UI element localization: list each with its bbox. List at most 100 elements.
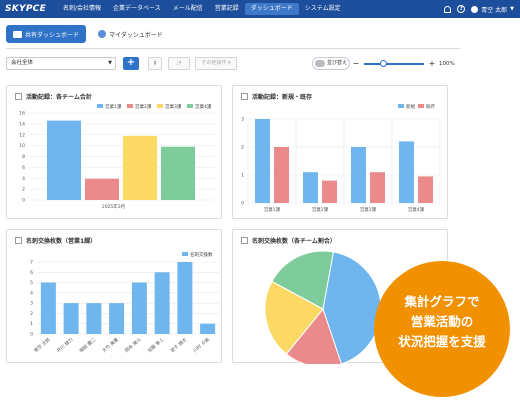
- zoom-out-button[interactable]: −: [352, 59, 360, 68]
- nav-item-sales-record[interactable]: 営業記録: [209, 3, 245, 15]
- x-tick-label: 大竹 美重: [101, 336, 121, 354]
- bar-新規: [255, 119, 270, 203]
- legend-swatch: [418, 104, 424, 108]
- header-actions: ? 青空 太郎 ▼: [444, 0, 514, 18]
- sort-toggle[interactable]: 並び替え: [312, 57, 350, 70]
- y-tick-label: 0: [241, 201, 244, 207]
- y-tick-label: 14: [19, 121, 25, 127]
- zoom-value: 100%: [439, 60, 455, 67]
- legend-label: 名刺交換数: [190, 251, 213, 258]
- legend-swatch: [187, 104, 193, 108]
- y-tick-label: 3: [241, 117, 244, 123]
- bar-営業1課: [47, 120, 81, 200]
- other-ops-button[interactable]: その他操作 ▾: [195, 57, 237, 70]
- bell-icon[interactable]: [444, 5, 452, 13]
- toggle-knob: [315, 60, 325, 67]
- top-navigation-bar: SKYPCE 名刺/会社情報 企業データベース メール配信 営業記録 ダッシュボ…: [0, 0, 520, 18]
- legend-label: 営業2課: [135, 103, 152, 110]
- nav-item-card-company[interactable]: 名刺/会社情報: [57, 3, 107, 15]
- download-button[interactable]: ⤓▾: [168, 57, 190, 70]
- zoom-in-button[interactable]: +: [428, 59, 436, 68]
- chart-card-exchange: 0 1 2 3 4 5 6 7 名刺交換数青空 太郎 井川 健力 細田 慶二 大竹 美重 岡本 陽斗 加藤…: [30, 251, 219, 354]
- y-tick-label: 6: [22, 165, 25, 171]
- delete-button[interactable]: ▮: [148, 57, 162, 70]
- bar-既存: [322, 180, 337, 203]
- help-icon[interactable]: ?: [457, 5, 466, 13]
- dashboard-tabs: 共有ダッシュボード マイダッシュボード: [6, 24, 169, 44]
- nav-item-dashboard[interactable]: ダッシュボード: [244, 3, 299, 15]
- legend-label: 営業1課: [105, 103, 122, 110]
- divider: [6, 48, 460, 49]
- card-card-exchange-sales1: 名刺交換枚数（営業1課） 0 1 2 3 4 5 6 7 名刺交換数 青空 太郎 井川 健力 細田 慶…: [6, 229, 222, 363]
- y-tick-label: 1: [241, 173, 244, 179]
- scope-select[interactable]: 会社全体 ▼: [6, 57, 116, 70]
- toolbar: 会社全体 ▼ + ▮ ⤓▾ その他操作 ▾ 並び替え − + 100%: [6, 57, 466, 71]
- add-button[interactable]: +: [123, 57, 139, 70]
- bar-営業2課: [85, 178, 119, 200]
- y-tick-label: 7: [30, 260, 33, 266]
- x-tick-label: 青空 太郎: [32, 336, 52, 354]
- y-tick-label: 4: [22, 176, 25, 182]
- card-activity-team-total: 活動記録：各チーム合計 0 2 4 6 8 10 12 14 16 営業1課 営業2課 営業3課 営業4…: [6, 85, 222, 219]
- bar-波子 健太: [177, 262, 193, 334]
- nav-item-company-database[interactable]: 企業データベース: [107, 3, 167, 15]
- tab-shared-dashboard[interactable]: 共有ダッシュボード: [6, 25, 87, 43]
- promo-line-2: 営業活動の: [410, 314, 474, 329]
- y-tick-label: 2: [30, 311, 33, 317]
- sort-toggle-label: 並び替え: [327, 60, 348, 66]
- bar-新規: [303, 172, 318, 203]
- x-tick-label: 加藤 隼人: [146, 336, 166, 354]
- legend-swatch: [182, 252, 188, 256]
- legend-label: 新規: [406, 103, 415, 110]
- download-icon: ⤓▾: [176, 60, 182, 66]
- skypce-logo[interactable]: SKYPCE: [5, 4, 57, 14]
- promo-line-1: 集計グラフで: [404, 294, 480, 309]
- x-tick-label: 2025年3月: [102, 203, 125, 210]
- y-tick-label: 6: [30, 270, 33, 276]
- zoom-slider-thumb[interactable]: [380, 59, 388, 67]
- chart-new-existing: 0 1 2 3 新規 既存営業1課 営業2課 営業3課 営業4課: [241, 103, 441, 213]
- users-icon: [13, 30, 22, 38]
- y-tick-label: 4: [30, 290, 33, 296]
- bar-新規: [351, 147, 366, 203]
- bar-営業4課: [161, 146, 195, 200]
- legend-label: 既存: [426, 103, 435, 110]
- nav-item-system-settings[interactable]: システム設定: [299, 3, 347, 15]
- y-tick-label: 12: [19, 132, 25, 138]
- zoom-slider[interactable]: [364, 59, 424, 67]
- bar-井川 健力: [63, 303, 79, 334]
- tab-label: マイダッシュボード: [109, 31, 163, 39]
- chevron-down-icon: ▼: [108, 60, 112, 66]
- x-tick-label: 細田 慶二: [78, 336, 98, 354]
- x-tick-label: 営業3課: [360, 206, 377, 213]
- nav-item-mail-delivery[interactable]: メール配信: [167, 3, 209, 15]
- y-tick-label: 0: [30, 332, 33, 338]
- chevron-down-icon: ▾: [226, 60, 231, 66]
- y-tick-label: 0: [22, 198, 25, 204]
- y-tick-label: 8: [22, 154, 25, 160]
- bar-既存: [370, 172, 385, 203]
- x-tick-label: 営業4課: [408, 206, 425, 213]
- legend-label: 営業4課: [195, 103, 212, 110]
- user-menu[interactable]: 青空 太郎 ▼: [471, 5, 514, 14]
- y-tick-label: 16: [19, 111, 25, 117]
- tab-my-dashboard[interactable]: マイダッシュボード: [92, 25, 169, 43]
- legend-swatch: [127, 104, 133, 108]
- avatar: [471, 5, 479, 13]
- x-tick-label: 川村 夕実: [192, 336, 212, 354]
- y-tick-label: 3: [30, 301, 33, 307]
- scope-select-value: 会社全体: [11, 60, 34, 66]
- x-tick-label: 岡本 陽斗: [123, 336, 143, 354]
- legend-swatch: [97, 104, 103, 108]
- x-tick-label: 営業1課: [264, 206, 281, 213]
- bar-青空 太郎: [40, 282, 56, 334]
- app-window: SKYPCE 名刺/会社情報 企業データベース メール配信 営業記録 ダッシュボ…: [0, 0, 520, 400]
- trash-icon: ▮: [153, 60, 157, 66]
- user-name: 青空 太郎: [481, 6, 508, 14]
- bar-既存: [274, 147, 289, 203]
- y-tick-label: 10: [19, 143, 25, 149]
- bar-大竹 美重: [109, 303, 125, 334]
- legend-swatch: [398, 104, 404, 108]
- main-nav: 名刺/会社情報 企業データベース メール配信 営業記録 ダッシュボード システム…: [57, 0, 347, 18]
- zoom-control: − + 100%: [352, 57, 455, 70]
